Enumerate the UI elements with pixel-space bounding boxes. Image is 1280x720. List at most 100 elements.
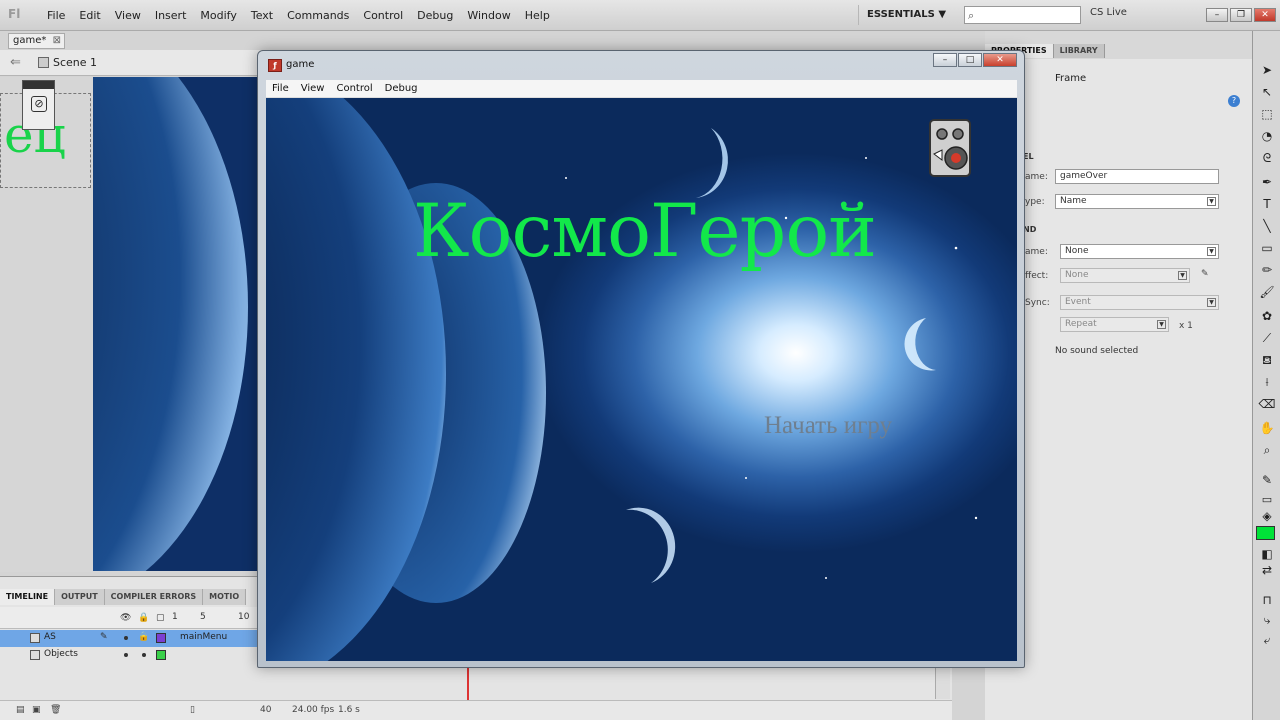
- timeline-footer: ▤ ▣ 🗑 ▯ 40 24.00 fps 1.6 s: [0, 700, 952, 720]
- game-canvas[interactable]: КосмоГерой Начать игру: [266, 98, 1017, 661]
- new-layer-icon[interactable]: ▤: [16, 705, 25, 715]
- tab-motion-editor[interactable]: MOTIO: [203, 589, 247, 605]
- delete-layer-icon[interactable]: 🗑: [50, 705, 61, 715]
- flash-player-icon: ƒ: [268, 59, 282, 72]
- smooth-icon[interactable]: ⤷: [1258, 611, 1276, 629]
- visibility-dot[interactable]: [124, 653, 128, 657]
- tab-output[interactable]: OUTPUT: [55, 589, 105, 605]
- pen-tool-icon[interactable]: ✒: [1258, 173, 1276, 191]
- no-sound-status: No sound selected: [1055, 346, 1139, 356]
- maximize-button[interactable]: □: [958, 53, 982, 67]
- free-transform-tool-icon[interactable]: ⬚: [1258, 105, 1276, 123]
- sound-name-label: ame:: [1025, 247, 1048, 257]
- help-icon[interactable]: ?: [1228, 95, 1240, 107]
- back-arrow-icon[interactable]: ⇐: [10, 55, 21, 70]
- repeat-select[interactable]: Repeat ▼: [1060, 317, 1169, 332]
- menu-control[interactable]: Control: [356, 0, 410, 31]
- eyedropper-tool-icon[interactable]: ⟊: [1258, 373, 1276, 391]
- line-tool-icon[interactable]: ╲: [1258, 217, 1276, 235]
- subselection-tool-icon[interactable]: ↖: [1258, 83, 1276, 101]
- tab-library[interactable]: LIBRARY: [1053, 44, 1105, 58]
- lock-icon[interactable]: 🔒: [138, 632, 149, 642]
- workspace-switcher[interactable]: ESSENTIALS ▼: [858, 5, 954, 25]
- frame-name-input[interactable]: gameOver: [1055, 169, 1219, 184]
- zoom-tool-icon[interactable]: ⌕: [1258, 441, 1276, 459]
- menu-view[interactable]: View: [295, 83, 331, 94]
- rectangle-tool-icon[interactable]: ▭: [1258, 239, 1276, 257]
- menu-window[interactable]: Window: [460, 0, 517, 31]
- layer-color-swatch[interactable]: [156, 650, 166, 660]
- layer-color-swatch[interactable]: [156, 633, 166, 643]
- start-game-button[interactable]: Начать игру: [764, 412, 892, 440]
- restore-button[interactable]: ❐: [1230, 8, 1252, 22]
- sound-name-value: None: [1065, 246, 1089, 256]
- text-tool-icon[interactable]: T: [1258, 195, 1276, 213]
- menu-commands[interactable]: Commands: [280, 0, 356, 31]
- label-type-value: Name: [1060, 196, 1087, 206]
- fill-color-swatch[interactable]: [1256, 526, 1275, 540]
- outline-icon[interactable]: ▢: [156, 613, 165, 623]
- lock-dot[interactable]: [142, 653, 146, 657]
- effect-select[interactable]: None ▼: [1060, 268, 1190, 283]
- menu-file[interactable]: File: [266, 83, 295, 94]
- brush-tool-icon[interactable]: 🖌: [1258, 283, 1276, 301]
- chevron-down-icon: ▼: [1207, 197, 1216, 206]
- cs-live-button[interactable]: CS Live: [1090, 7, 1127, 18]
- frame-number-10: 10: [238, 612, 250, 622]
- chevron-down-icon: ▼: [1207, 247, 1216, 256]
- frame-rate[interactable]: 24.00 fps: [292, 705, 334, 715]
- minimize-button[interactable]: –: [933, 53, 957, 67]
- menu-help[interactable]: Help: [518, 0, 557, 31]
- speaker-icon[interactable]: [928, 118, 974, 180]
- menu-text[interactable]: Text: [244, 0, 280, 31]
- document-tab[interactable]: game* ⊠: [8, 33, 65, 49]
- pencil-icon[interactable]: ✎: [100, 632, 108, 642]
- new-folder-icon[interactable]: ▣: [32, 705, 41, 715]
- close-button[interactable]: ✕: [1254, 8, 1276, 22]
- snap-to-objects-icon[interactable]: ⊓: [1258, 591, 1276, 609]
- deco-tool-icon[interactable]: ✿: [1258, 307, 1276, 325]
- close-button[interactable]: ✕: [983, 53, 1017, 67]
- paint-bucket-tool-icon[interactable]: ⛾: [1258, 351, 1276, 369]
- lasso-tool-icon[interactable]: ᘓ: [1258, 149, 1276, 167]
- eraser-tool-icon[interactable]: ⌫: [1258, 395, 1276, 413]
- frame-number-5: 5: [200, 612, 206, 622]
- eye-icon[interactable]: 👁: [120, 613, 131, 623]
- help-search-input[interactable]: ⌕: [964, 6, 1081, 24]
- hand-tool-icon[interactable]: ✋: [1258, 419, 1276, 437]
- menu-control[interactable]: Control: [330, 83, 378, 94]
- menu-file[interactable]: File: [40, 0, 72, 31]
- menu-debug[interactable]: Debug: [379, 83, 424, 94]
- minimize-button[interactable]: –: [1206, 8, 1228, 22]
- menu-view[interactable]: View: [108, 0, 148, 31]
- name-field-label: ame:: [1025, 172, 1048, 182]
- sound-name-select[interactable]: None ▼: [1060, 244, 1219, 259]
- selection-tool-icon[interactable]: ➤: [1258, 61, 1276, 79]
- close-tab-icon[interactable]: ⊠: [53, 34, 61, 48]
- type-field-label: ype:: [1025, 197, 1045, 207]
- menu-insert[interactable]: Insert: [148, 0, 194, 31]
- lock-icon[interactable]: 🔒: [138, 613, 149, 623]
- sync-select[interactable]: Event ▼: [1060, 295, 1219, 310]
- swap-colors-icon[interactable]: ⇄: [1258, 561, 1276, 579]
- properties-panel: PROPERTIES LIBRARY Frame ? EL ame: gameO…: [985, 31, 1252, 720]
- visibility-dot[interactable]: [124, 636, 128, 640]
- pencil-tool-icon[interactable]: ✏: [1258, 261, 1276, 279]
- stroke-color-icon[interactable]: ✎: [1258, 471, 1276, 489]
- tab-compiler-errors[interactable]: COMPILER ERRORS: [104, 589, 204, 605]
- menu-modify[interactable]: Modify: [193, 0, 243, 31]
- 3d-rotation-tool-icon[interactable]: ◔: [1258, 127, 1276, 145]
- flash-logo-icon: Fl: [8, 7, 21, 21]
- tab-timeline[interactable]: TIMELINE: [0, 589, 56, 605]
- bone-tool-icon[interactable]: ⟋: [1258, 329, 1276, 347]
- timeline-tabs: TIMELINE OUTPUT COMPILER ERRORS MOTIO: [0, 589, 247, 605]
- straighten-icon[interactable]: ⤶: [1258, 631, 1276, 649]
- stage-background-image: [93, 77, 262, 571]
- menu-edit[interactable]: Edit: [72, 0, 107, 31]
- repeat-count[interactable]: x 1: [1179, 321, 1193, 331]
- center-frame-icon[interactable]: ▯: [190, 705, 195, 715]
- label-type-select[interactable]: Name ▼: [1055, 194, 1219, 209]
- tool-palette-thumb[interactable]: ⊘: [22, 80, 55, 130]
- edit-envelope-icon[interactable]: ✎: [1201, 269, 1209, 279]
- menu-debug[interactable]: Debug: [410, 0, 460, 31]
